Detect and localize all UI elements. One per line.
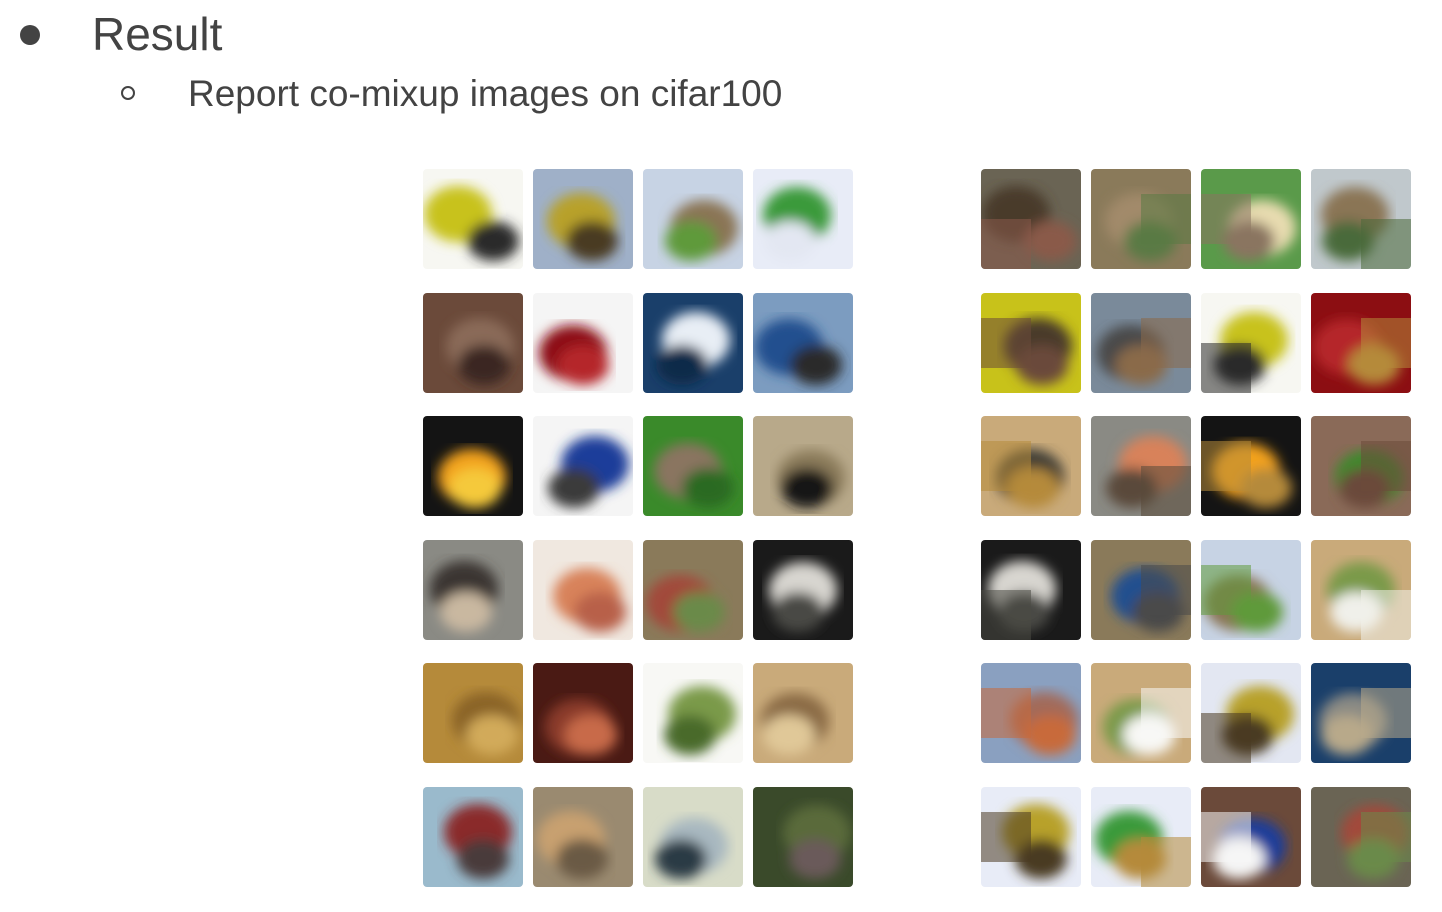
mixed-image-mix-baby-tractor bbox=[1091, 416, 1191, 517]
co-mixup-images-grid bbox=[981, 169, 1411, 887]
original-image-hamburger-plate bbox=[753, 169, 853, 269]
mixed-image-mix-rabbit-box bbox=[1201, 169, 1301, 269]
mixed-image-mix-cat-moto bbox=[1091, 539, 1191, 640]
mixed-image-mix-whale-mole bbox=[1311, 663, 1411, 764]
mixed-image-mix-plate-bulldozer bbox=[1201, 663, 1301, 764]
original-image-train-red bbox=[423, 786, 523, 887]
slide-subheading: Report co-mixup images on cifar100 bbox=[188, 73, 783, 114]
mixed-image-mix-train-moto bbox=[1091, 292, 1191, 393]
mixed-image-mix-hand-mole bbox=[981, 416, 1081, 517]
mixed-image-mix-hand-dino bbox=[1311, 539, 1411, 640]
original-image-apple-red bbox=[533, 292, 633, 393]
original-image-elephant bbox=[423, 539, 523, 640]
original-image-motorcycle-yellow bbox=[423, 169, 523, 269]
original-image-motorcycle-blue bbox=[753, 292, 853, 393]
original-image-dirt-bike-blue bbox=[533, 416, 633, 517]
mixed-image-mix-hand-dino-2 bbox=[1091, 663, 1191, 764]
original-image-dinosaur-green bbox=[643, 663, 743, 764]
original-image-mole-ground bbox=[753, 416, 853, 517]
original-image-castle bbox=[643, 169, 743, 269]
mixed-image-mix-apple-wood bbox=[1311, 292, 1411, 393]
original-image-grass-field bbox=[753, 786, 853, 887]
original-image-face-closeup bbox=[753, 539, 853, 640]
original-images-grid bbox=[423, 169, 853, 887]
bullet-filled-icon bbox=[20, 25, 40, 45]
bullet-hollow-icon bbox=[121, 86, 135, 100]
mixed-image-mix-burger-wood bbox=[1091, 786, 1191, 887]
mixed-image-mix-face-dirtbike bbox=[1201, 786, 1301, 887]
original-image-baby bbox=[533, 539, 633, 640]
original-image-tractor-red bbox=[643, 539, 743, 640]
mixed-image-mix-moto-yellow bbox=[1201, 292, 1301, 393]
original-image-bulldozer bbox=[533, 169, 633, 269]
mixed-image-mix-castle-tractor bbox=[1311, 169, 1411, 269]
mixed-image-mix-oranges-wood bbox=[1201, 416, 1301, 517]
original-image-whale-blue bbox=[643, 292, 743, 393]
mixed-image-mix-tractor-face bbox=[981, 169, 1081, 269]
mixed-image-mix-octopus-tractor bbox=[981, 663, 1081, 764]
original-image-rabbit bbox=[643, 416, 743, 517]
mixed-image-mix-plate-bulldozer-2 bbox=[981, 786, 1081, 887]
mixed-image-mix-castle-green bbox=[1201, 539, 1301, 640]
original-image-wardrobe-wood bbox=[423, 663, 523, 764]
original-image-carpet-red bbox=[533, 663, 633, 764]
original-image-hands-closeup bbox=[753, 663, 853, 764]
slide-heading: Result bbox=[92, 8, 223, 60]
mixed-image-mix-face-rabbit bbox=[1311, 416, 1411, 517]
mixed-image-mix-cat-tractor bbox=[1091, 169, 1191, 269]
mixed-image-mix-moto-face bbox=[981, 292, 1081, 393]
original-image-oranges bbox=[423, 416, 523, 517]
mixed-image-mix-face-closeup bbox=[981, 539, 1081, 640]
mixed-image-mix-tractor-red bbox=[1311, 786, 1411, 887]
original-image-animal-face-brown bbox=[423, 292, 523, 393]
original-image-kangaroo bbox=[533, 786, 633, 887]
original-image-sky-mountain bbox=[643, 786, 743, 887]
